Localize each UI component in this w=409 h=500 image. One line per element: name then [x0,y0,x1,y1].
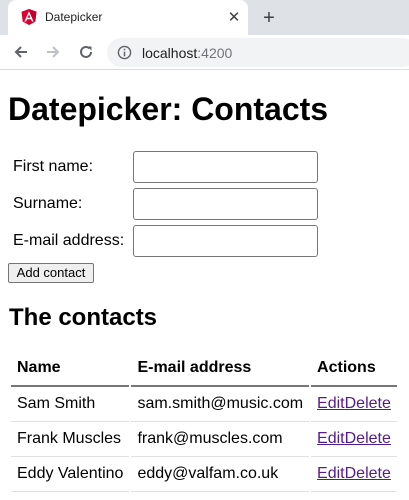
url-host: localhost [142,45,198,61]
edit-link[interactable]: Edit [317,395,345,412]
surname-label: Surname: [13,195,83,212]
add-contact-button[interactable]: Add contact [8,263,94,283]
new-tab-icon[interactable]: + [258,7,280,29]
contact-actions: EditDelete [311,422,397,457]
edit-link[interactable]: Edit [317,430,345,447]
table-row: Sam Smith sam.smith@music.com EditDelete [11,387,397,422]
column-header-actions: Actions [311,350,397,387]
delete-link[interactable]: Delete [345,430,391,447]
close-tab-icon[interactable]: ✕ [225,8,243,26]
contact-actions: EditDelete [311,387,397,422]
url-text: localhost:4200 [142,45,232,61]
contacts-table: Name E-mail address Actions Sam Smith sa… [9,350,399,492]
first-name-label: First name: [13,158,94,175]
column-header-name: Name [11,350,130,387]
tab-title: Datepicker [45,10,103,24]
contact-name: Sam Smith [11,387,130,422]
info-icon[interactable] [117,45,132,60]
email-input[interactable] [133,225,318,257]
url-port: :4200 [197,45,233,61]
reload-button[interactable] [75,41,97,63]
address-bar[interactable]: localhost:4200 [107,38,409,67]
edit-link[interactable]: Edit [317,465,345,482]
contact-email: sam.smith@music.com [131,387,310,422]
arrow-left-icon [14,46,27,58]
contacts-heading: The contacts [9,304,158,331]
contact-name: Eddy Valentino [11,457,130,492]
table-header-row: Name E-mail address Actions [11,350,397,387]
contact-actions: EditDelete [311,457,397,492]
forward-button[interactable] [42,41,64,63]
delete-link[interactable]: Delete [345,395,391,412]
surname-input[interactable] [133,188,318,220]
first-name-input[interactable] [133,151,318,183]
delete-link[interactable]: Delete [345,465,391,482]
contact-name: Frank Muscles [11,422,130,457]
browser-toolbar: localhost:4200 [0,35,409,70]
table-row: Eddy Valentino eddy@valfam.co.uk EditDel… [11,457,397,492]
reload-icon [80,45,92,58]
arrow-right-icon [47,46,60,58]
contact-email: eddy@valfam.co.uk [131,457,310,492]
angular-favicon-icon [21,9,37,25]
contact-email: frank@muscles.com [131,422,310,457]
browser-tabstrip: Datepicker ✕ + [0,0,409,35]
page-title: Datepicker: Contacts [8,91,329,127]
column-header-email: E-mail address [131,350,310,387]
table-row: Frank Muscles frank@muscles.com EditDele… [11,422,397,457]
email-label: E-mail address: [13,232,125,249]
browser-tab[interactable]: Datepicker ✕ [8,0,248,35]
back-button[interactable] [10,41,32,63]
